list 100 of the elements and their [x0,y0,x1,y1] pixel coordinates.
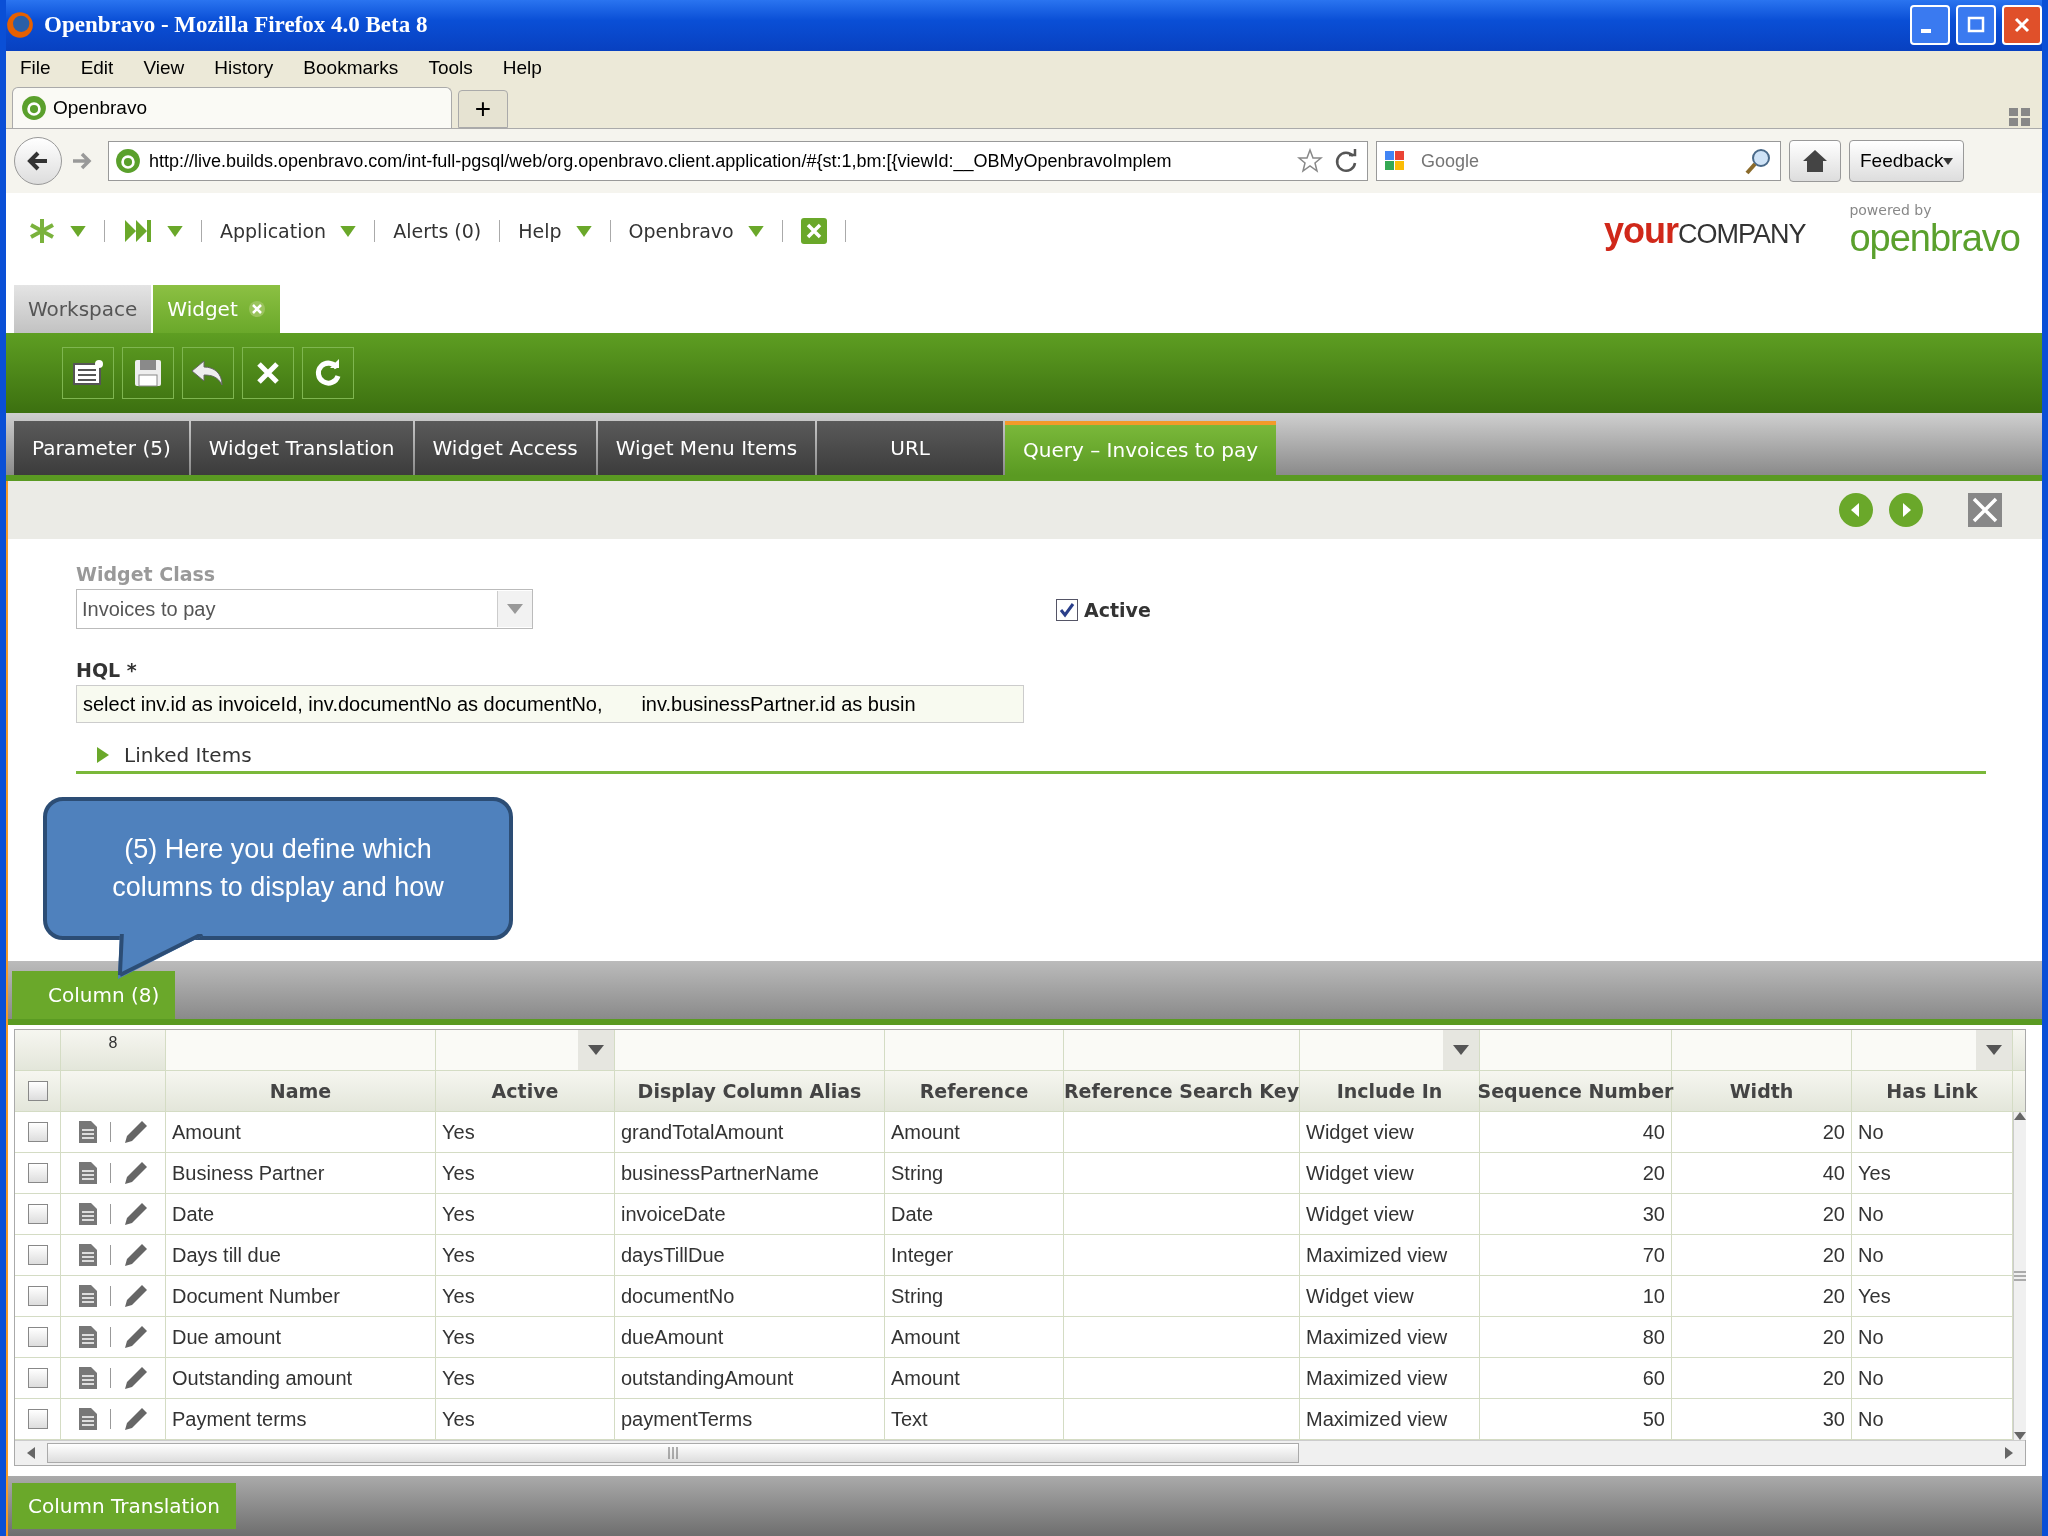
filter-field[interactable] [436,1030,615,1070]
nav-menu-item[interactable]: Openbravo [628,220,734,243]
pencil-icon[interactable] [122,1242,149,1268]
nav-menu-item[interactable]: Alerts (0) [393,220,482,243]
search-field[interactable]: Google [1376,141,1781,182]
address-bar[interactable]: http://live.builds.openbravo.com/int-full-pgsql/web/org.openbravo.client.application/#{st:1,bm:[{viewId:__OBMyOpenbravoImplem [108,141,1368,182]
tab-list-icon[interactable] [2008,106,2032,129]
feedback-button[interactable]: Feedback [1849,140,1965,183]
view-tab[interactable]: Workspace [14,285,152,334]
row-checkbox[interactable] [27,1409,48,1429]
filter-field[interactable] [1064,1030,1300,1070]
pencil-icon[interactable] [122,1324,149,1350]
column-header[interactable]: Display Column Alias [615,1071,885,1111]
menu-item[interactable]: Help [502,57,542,79]
row-checkbox[interactable] [27,1122,48,1142]
column-header[interactable]: Reference Search Key [1064,1071,1300,1111]
scroll-grip-icon[interactable] [2014,1271,2026,1281]
document-icon[interactable] [77,1366,98,1390]
fast-forward-icon[interactable] [123,218,153,245]
pencil-icon[interactable] [122,1119,149,1145]
filter-field[interactable] [885,1030,1064,1070]
document-icon[interactable] [77,1325,98,1349]
column-header[interactable]: Reference [885,1071,1064,1111]
pencil-icon[interactable] [122,1201,149,1227]
delete-button[interactable] [242,347,294,399]
caret-icon[interactable] [507,604,523,614]
row-checkbox[interactable] [27,1163,48,1183]
document-icon[interactable] [77,1161,98,1185]
minimize-button[interactable] [1910,5,1950,46]
document-icon[interactable] [77,1243,98,1267]
select-all-checkbox[interactable] [27,1081,48,1101]
asterisk-icon[interactable] [28,217,56,246]
document-icon[interactable] [77,1284,98,1308]
column-header[interactable]: Name [166,1071,436,1111]
document-icon[interactable] [77,1407,98,1431]
undo-button[interactable] [182,347,234,399]
caret-icon[interactable] [1453,1045,1469,1055]
caret-icon[interactable] [575,225,592,237]
menu-item[interactable]: Tools [428,57,473,79]
vertical-scrollbar[interactable] [2013,1112,2026,1440]
back-button[interactable] [14,137,62,186]
caret-icon[interactable] [588,1045,604,1055]
caret-icon[interactable] [1986,1045,2002,1055]
refresh-button[interactable] [302,347,354,399]
horizontal-scrollbar[interactable] [15,1440,2025,1465]
pencil-icon[interactable] [122,1160,149,1186]
menu-item[interactable]: View [143,57,185,79]
browser-tab[interactable]: Openbravo [12,87,452,129]
checkbox[interactable] [1056,599,1078,621]
row-checkbox[interactable] [27,1327,48,1347]
nav-menu-item[interactable]: Application [220,220,327,243]
filter-field[interactable] [1480,1030,1672,1070]
scroll-grip-icon[interactable] [668,1447,678,1459]
close-icon[interactable] [1968,493,2002,527]
caret-icon[interactable] [340,225,357,237]
menu-item[interactable]: Edit [80,57,114,79]
maximize-button[interactable] [1956,5,1996,46]
menu-item[interactable]: Bookmarks [303,57,399,79]
star-icon[interactable] [1297,148,1323,175]
pencil-icon[interactable] [122,1283,149,1309]
text-field[interactable]: select inv.id as invoiceId, inv.documentNo as documentNo, inv.businessPartner.id as busin [76,685,1024,723]
subtab[interactable]: Widget Access [414,421,596,475]
row-checkbox[interactable] [27,1286,48,1306]
caret-icon[interactable] [70,225,86,237]
menu-item[interactable]: File [20,57,51,79]
nav-menu-item[interactable]: Help [518,220,562,243]
new-document-button[interactable] [62,347,114,399]
column-header[interactable]: Sequence Number [1480,1071,1672,1111]
filter-field[interactable] [1852,1030,2013,1070]
close-icon[interactable] [247,300,266,319]
column-header[interactable]: Include In [1300,1071,1480,1111]
filter-field[interactable] [1672,1030,1852,1070]
home-button[interactable] [1789,140,1841,183]
caret-icon[interactable] [167,225,183,237]
row-checkbox[interactable] [27,1245,48,1265]
dropdown-field[interactable]: Invoices to pay [76,589,533,629]
filter-field[interactable] [166,1030,436,1070]
column-header[interactable]: Active [436,1071,615,1111]
new-tab-button[interactable]: + [458,90,508,129]
filter-field[interactable] [1300,1030,1480,1070]
close-icon[interactable] [800,218,827,245]
subtab[interactable]: URL [817,421,1004,475]
pencil-icon[interactable] [122,1365,149,1391]
row-checkbox[interactable] [27,1204,48,1224]
next-icon[interactable] [1888,492,1924,528]
section-toggle[interactable]: Linked Items [96,743,252,767]
row-checkbox[interactable] [27,1368,48,1388]
save-button[interactable] [122,347,174,399]
menu-item[interactable]: History [214,57,274,79]
subtab[interactable]: Wiget Menu Items [597,421,816,475]
close-button[interactable] [2002,5,2042,46]
previous-icon[interactable] [1838,492,1874,528]
document-icon[interactable] [77,1120,98,1144]
subtab[interactable]: Widget Translation [190,421,413,475]
subtab[interactable]: Parameter (5) [14,421,189,475]
caret-icon[interactable] [747,225,764,237]
column-header[interactable]: Has Link [1852,1071,2013,1111]
pencil-icon[interactable] [122,1406,149,1432]
filter-field[interactable] [615,1030,885,1070]
document-icon[interactable] [77,1202,98,1226]
